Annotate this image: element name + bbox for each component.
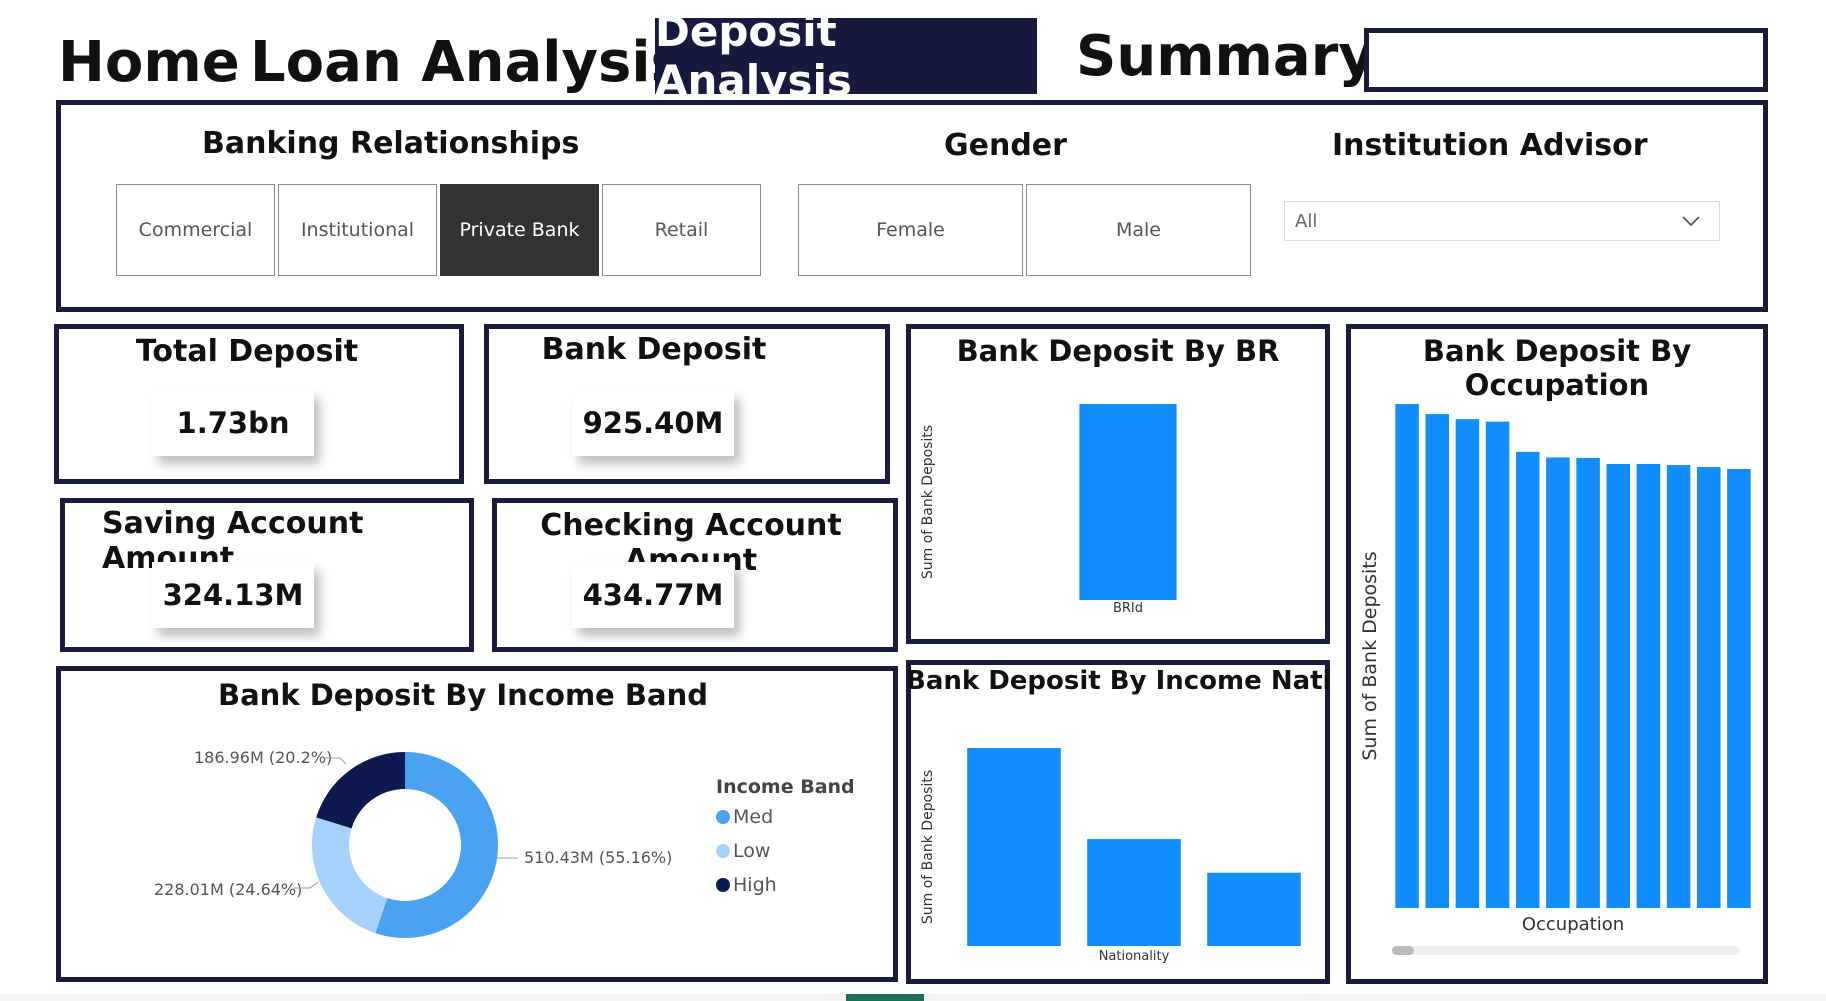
legend-label-high: High	[733, 874, 777, 896]
y-axis-label-br: Sum of Bank Deposits	[920, 425, 936, 579]
legend-dot-low	[716, 844, 730, 858]
legend-item-high[interactable]: High	[716, 874, 855, 896]
x-axis-label-nationality: Nationality	[1099, 949, 1170, 964]
occupation-scroll-thumb[interactable]	[1392, 946, 1414, 955]
bar-occupation-7[interactable]	[1606, 463, 1631, 908]
y-axis-label-nationality: Sum of Bank Deposits	[920, 770, 936, 924]
bar-occupation-3[interactable]	[1485, 421, 1510, 908]
bar-occupation-5[interactable]	[1546, 457, 1570, 908]
br-chart: BRId Sum of Bank Deposits	[920, 404, 1177, 616]
bar-occupation-1[interactable]	[1425, 414, 1450, 908]
bar-nationality-0[interactable]	[967, 748, 1061, 946]
legend-item-med[interactable]: Med	[716, 806, 855, 828]
occupation-chart: Occupation Sum of Bank Deposits	[1359, 404, 1751, 935]
bar-nationality-1[interactable]	[1087, 839, 1181, 946]
leader-line-low	[294, 881, 319, 889]
bar-br-0[interactable]	[1079, 404, 1177, 600]
legend-label-med: Med	[733, 806, 774, 828]
legend-item-low[interactable]: Low	[716, 840, 855, 862]
nav-summary[interactable]: Summary	[1076, 22, 1375, 92]
active-page-indicator[interactable]	[846, 994, 924, 1001]
bar-occupation-2[interactable]	[1455, 419, 1480, 908]
legend-dot-med	[716, 810, 730, 824]
donut-leader-lines	[294, 757, 518, 889]
slicer-male[interactable]: Male	[1026, 184, 1251, 276]
legend-dot-high	[716, 878, 730, 892]
bar-nationality-2[interactable]	[1207, 872, 1301, 946]
bar-occupation-11[interactable]	[1727, 469, 1751, 908]
institution-advisor-title: Institution Advisor	[1332, 128, 1648, 163]
nav-deposit-analysis[interactable]: Deposit Analysis	[655, 7, 1037, 105]
bar-occupation-4[interactable]	[1515, 451, 1540, 908]
leader-line-high	[324, 757, 347, 765]
occupation-scrollbar[interactable]	[1392, 946, 1740, 955]
x-axis-label-occupation: Occupation	[1522, 914, 1624, 935]
y-axis-label-occupation: Sum of Bank Deposits	[1359, 551, 1381, 760]
advisor-dropdown[interactable]: All	[1284, 201, 1720, 241]
chevron-down-icon	[1682, 216, 1700, 227]
x-axis-label-br: BRId	[1113, 601, 1143, 616]
advisor-dropdown-value: All	[1295, 210, 1318, 232]
nationality-chart-title: Bank Deposit By Income Nationality	[906, 666, 1330, 696]
blank-nav-box	[1364, 28, 1768, 92]
income-band-legend: Income Band Med Low High	[716, 776, 855, 896]
br-chart-title: Bank Deposit By BR	[956, 334, 1280, 368]
gender-title: Gender	[944, 128, 1067, 163]
slicer-female[interactable]: Female	[798, 184, 1023, 276]
bar-occupation-0[interactable]	[1395, 404, 1419, 908]
bar-occupation-10[interactable]	[1696, 467, 1721, 908]
bar-occupation-8[interactable]	[1636, 463, 1661, 908]
legend-label-low: Low	[733, 840, 771, 862]
bar-occupation-9[interactable]	[1666, 464, 1691, 908]
nationality-chart: Nationality Sum of Bank Deposits	[920, 748, 1301, 964]
legend-title: Income Band	[716, 776, 855, 798]
bar-occupation-6[interactable]	[1576, 457, 1600, 908]
